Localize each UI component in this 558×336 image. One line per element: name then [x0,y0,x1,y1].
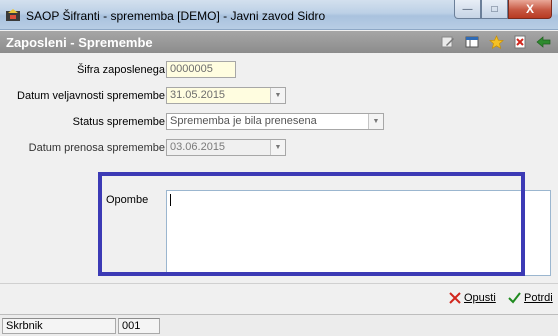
datum-prenosa-label: Datum prenosa spremembe [28,142,165,154]
datum-veljavnosti-label: Datum veljavnosti spremembe [17,90,165,102]
chevron-down-icon: ▼ [270,140,285,155]
datum-veljavnosti-input[interactable]: 31.05.2015 ▼ [166,87,286,104]
delete-icon[interactable] [512,34,528,50]
columns-icon[interactable] [464,34,480,50]
cancel-x-icon [449,292,461,304]
chevron-down-icon[interactable]: ▼ [368,114,383,129]
footer-divider [0,283,558,284]
app-icon [6,9,20,21]
cancel-button[interactable]: Opusti [449,292,496,304]
form-header: Zaposleni - Spremembe [0,31,558,53]
datum-prenosa-value: 03.06.2015 [170,141,226,153]
status-bar: Skrbnik 001 [0,314,558,336]
confirm-label: Potrdi [524,292,553,304]
exit-icon[interactable] [536,34,552,50]
window-titlebar[interactable]: SAOP Šifranti - sprememba [DEMO] - Javni… [0,0,558,30]
datum-veljavnosti-value: 31.05.2015 [170,89,226,101]
header-toolbar [440,34,552,50]
maximize-button[interactable]: □ [481,0,508,19]
opombe-label: Opombe [106,194,149,206]
datum-prenosa-input: 03.06.2015 ▼ [166,139,286,156]
minimize-button[interactable]: — [454,0,481,19]
cancel-label: Opusti [464,292,496,304]
chevron-down-icon[interactable]: ▼ [270,88,285,103]
status-value: Sprememba je bila prenesena [170,115,317,127]
checkmark-icon [508,292,521,304]
favorite-star-icon[interactable] [488,34,504,50]
sifra-input[interactable]: 0000005 [166,61,236,78]
text-cursor [170,194,171,206]
status-code: 001 [118,318,160,334]
close-button[interactable]: X [508,0,552,19]
opombe-textarea[interactable] [166,190,551,276]
status-label: Status spremembe [72,116,165,128]
window-title: SAOP Šifranti - sprememba [DEMO] - Javni… [26,9,326,23]
status-select[interactable]: Sprememba je bila prenesena ▼ [166,113,384,130]
status-user: Skrbnik [2,318,116,334]
confirm-button[interactable]: Potrdi [508,292,553,304]
sifra-label: Šifra zaposlenega [76,64,165,76]
form-title: Zaposleni - Spremembe [6,35,153,50]
edit-icon[interactable] [440,34,456,50]
window-controls: — □ X [454,0,552,20]
